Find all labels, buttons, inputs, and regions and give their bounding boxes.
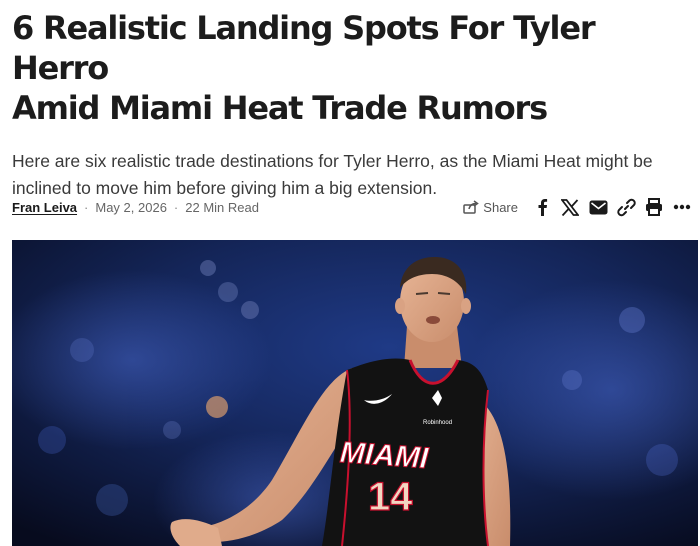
byline: Fran Leiva · May 2, 2026 · 22 Min Read S… (12, 194, 696, 220)
share-label: Share (483, 199, 518, 215)
headline-line-1: 6 Realistic Landing Spots For Tyler Herr… (12, 9, 596, 87)
x-share-button[interactable] (556, 194, 584, 220)
facebook-icon (538, 199, 548, 216)
x-icon (561, 198, 579, 216)
author-link[interactable]: Fran Leiva (12, 200, 77, 215)
jersey-team-name: MIAMI (339, 436, 430, 475)
print-icon (646, 198, 662, 216)
jersey-number: 14 (368, 475, 413, 519)
dek-line-1: Here are six realistic trade destination… (12, 151, 653, 171)
email-button[interactable] (584, 194, 612, 220)
more-icon (673, 204, 691, 210)
player-photo: Robinhood MIAMI 14 (12, 240, 698, 546)
headline-line-2: Amid Miami Heat Trade Rumors (12, 89, 548, 127)
publish-date: May 2, 2026 (95, 199, 167, 215)
read-time: 22 Min Read (185, 199, 259, 215)
more-options-button[interactable] (668, 194, 696, 220)
copy-link-button[interactable] (612, 194, 640, 220)
separator: · (173, 199, 179, 215)
article-page: 6 Realistic Landing Spots For Tyler Herr… (0, 0, 700, 546)
hero-image: Robinhood MIAMI 14 (12, 240, 698, 546)
separator: · (84, 199, 89, 215)
share-icon (463, 200, 480, 214)
link-icon (616, 198, 636, 216)
email-icon (589, 200, 607, 214)
article-headline: 6 Realistic Landing Spots For Tyler Herr… (12, 0, 692, 128)
jersey-sponsor: Robinhood (423, 420, 452, 426)
facebook-button[interactable] (528, 194, 556, 220)
share-button[interactable]: Share (463, 200, 518, 215)
print-button[interactable] (640, 194, 668, 220)
